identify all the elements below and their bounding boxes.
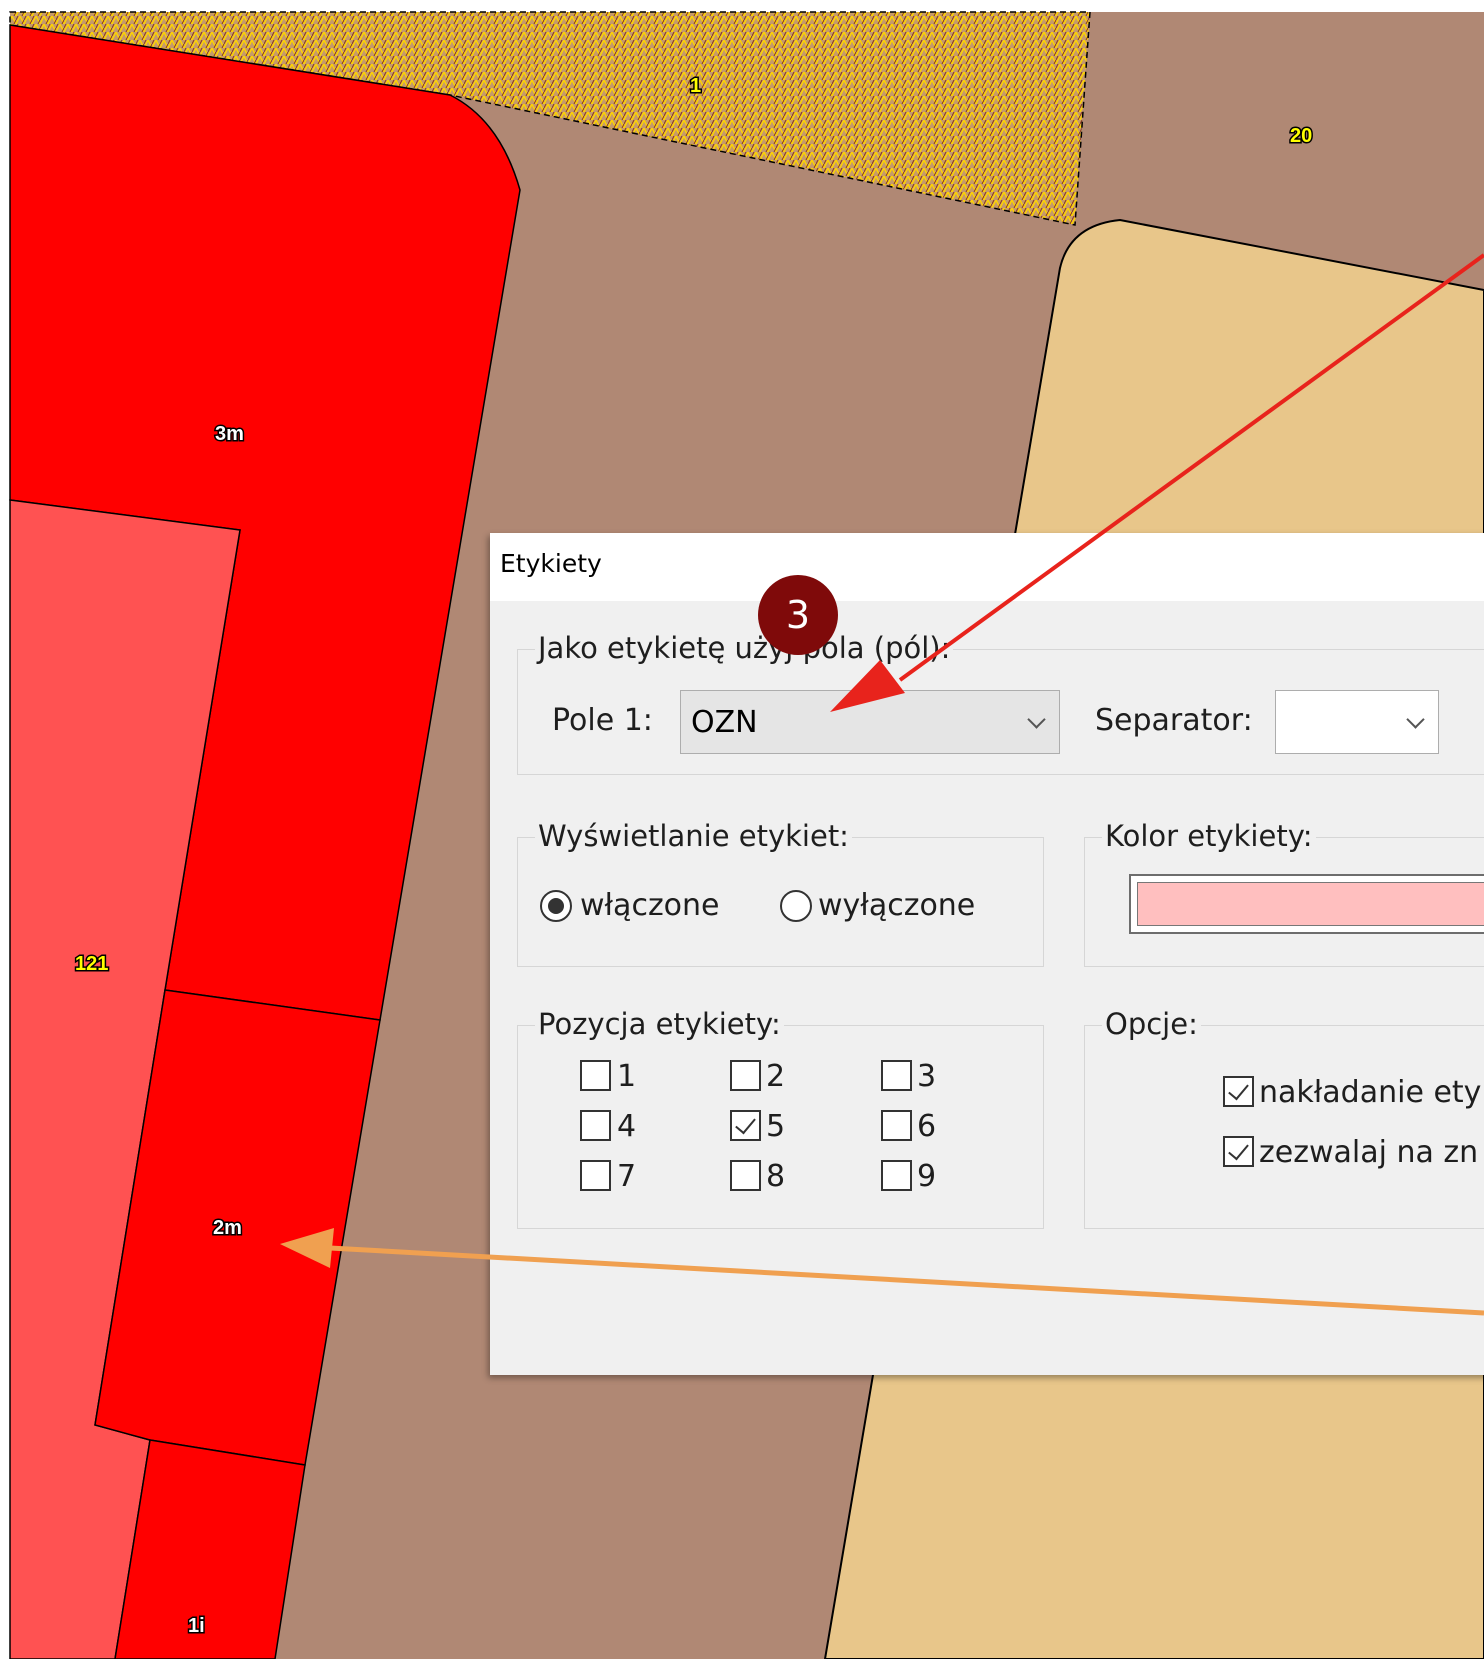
field-group-legend: Jako etykietę użyj pola (pól): bbox=[535, 634, 954, 663]
display-off-label[interactable]: wyłączone bbox=[818, 891, 975, 921]
parcel-label: 121 bbox=[75, 953, 108, 975]
field-group: Jako etykietę użyj pola (pól): Pole 1: O… bbox=[517, 634, 1484, 775]
dialog-title: Etykiety bbox=[500, 549, 602, 578]
option-overlap-checkbox[interactable] bbox=[1223, 1076, 1254, 1107]
option-allow-label[interactable]: zezwalaj na zn bbox=[1259, 1138, 1478, 1168]
display-group-legend: Wyświetlanie etykiet: bbox=[535, 822, 852, 851]
display-group: Wyświetlanie etykiet: włączone wyłączone bbox=[517, 822, 1044, 967]
color-group: Kolor etykiety: bbox=[1084, 822, 1484, 967]
position-5-checkbox[interactable] bbox=[730, 1110, 761, 1141]
position-6-checkbox[interactable] bbox=[881, 1110, 912, 1141]
checkmark-icon bbox=[1228, 1078, 1249, 1101]
separator-select[interactable] bbox=[1275, 690, 1439, 754]
position-4-checkbox[interactable] bbox=[580, 1110, 611, 1141]
parcel-label: 1i bbox=[188, 1615, 205, 1637]
color-group-legend: Kolor etykiety: bbox=[1102, 822, 1316, 851]
separator-label: Separator: bbox=[1095, 703, 1253, 738]
position-7-checkbox[interactable] bbox=[580, 1160, 611, 1191]
option-overlap-label[interactable]: nakładanie ety bbox=[1259, 1078, 1481, 1108]
position-group-legend: Pozycja etykiety: bbox=[535, 1010, 784, 1039]
display-on-label[interactable]: włączone bbox=[580, 891, 720, 921]
options-group-legend: Opcje: bbox=[1102, 1010, 1201, 1039]
checkmark-icon bbox=[735, 1112, 756, 1135]
labels-dialog: Etykiety Jako etykietę użyj pola (pól): … bbox=[490, 533, 1484, 1375]
pole1-value: OZN bbox=[691, 705, 758, 740]
checkmark-icon bbox=[1228, 1138, 1249, 1161]
position-9-label: 9 bbox=[917, 1159, 937, 1194]
position-1-label: 1 bbox=[617, 1059, 637, 1094]
position-3-checkbox[interactable] bbox=[881, 1060, 912, 1091]
position-2-checkbox[interactable] bbox=[730, 1060, 761, 1091]
parcel-label: 2m bbox=[213, 1217, 242, 1239]
pole1-label: Pole 1: bbox=[552, 703, 653, 738]
position-4-label: 4 bbox=[617, 1109, 637, 1144]
display-off-radio[interactable] bbox=[780, 890, 812, 922]
chevron-down-icon bbox=[1406, 710, 1425, 729]
position-6-label: 6 bbox=[917, 1109, 937, 1144]
position-2-label: 2 bbox=[766, 1059, 786, 1094]
position-9-checkbox[interactable] bbox=[881, 1160, 912, 1191]
radio-selected-dot bbox=[548, 898, 564, 914]
display-on-radio[interactable] bbox=[540, 890, 572, 922]
step-badge: 3 bbox=[758, 575, 838, 655]
position-8-label: 8 bbox=[766, 1159, 786, 1194]
position-5-label: 5 bbox=[766, 1109, 786, 1144]
option-allow-checkbox[interactable] bbox=[1223, 1136, 1254, 1167]
parcel-label: 3m bbox=[215, 423, 244, 445]
parcel-label: 20 bbox=[1290, 125, 1312, 147]
position-7-label: 7 bbox=[617, 1159, 637, 1194]
label-color-swatch[interactable] bbox=[1129, 874, 1484, 934]
label-color-fill bbox=[1137, 882, 1484, 926]
chevron-down-icon bbox=[1027, 710, 1046, 729]
dialog-titlebar[interactable]: Etykiety bbox=[490, 533, 1484, 601]
position-1-checkbox[interactable] bbox=[580, 1060, 611, 1091]
parcel-label: 1 bbox=[690, 75, 701, 97]
position-8-checkbox[interactable] bbox=[730, 1160, 761, 1191]
options-group: Opcje: nakładanie ety zezwalaj na zn bbox=[1084, 1010, 1484, 1229]
position-group: Pozycja etykiety: 1 2 3 4 5 6 7 8 9 bbox=[517, 1010, 1044, 1229]
position-3-label: 3 bbox=[917, 1059, 937, 1094]
pole1-select[interactable]: OZN bbox=[680, 690, 1060, 754]
